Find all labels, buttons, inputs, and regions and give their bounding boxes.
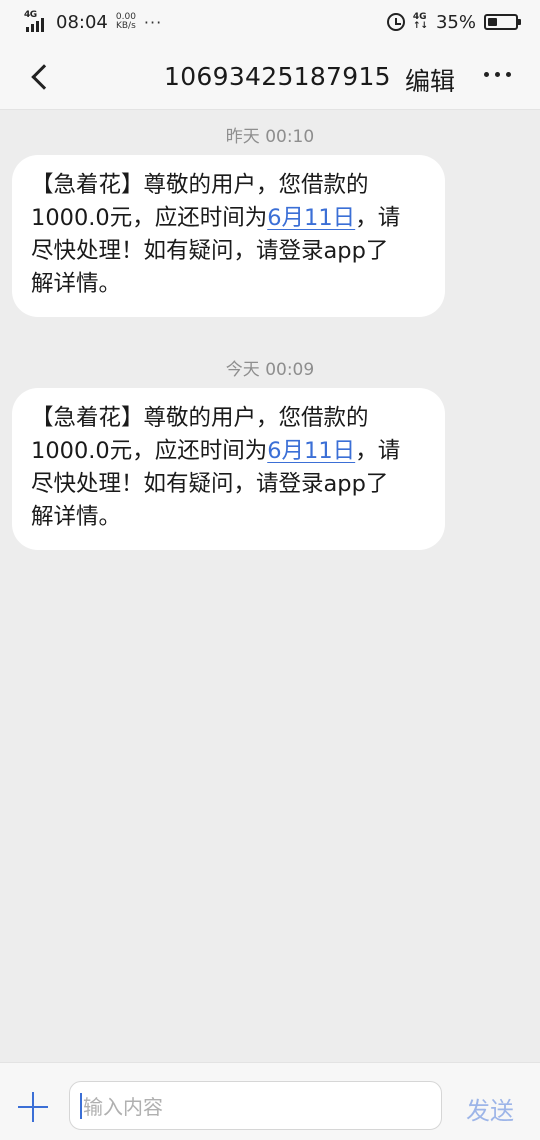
mobile-data-icon: 4G ↑↓ bbox=[412, 12, 428, 31]
battery-icon bbox=[484, 14, 521, 30]
status-right: 4G ↑↓ 35% bbox=[386, 11, 521, 33]
add-attachment-button[interactable] bbox=[18, 1092, 48, 1122]
message-line: 1000.0元，应还时间为6月11日，请 bbox=[31, 438, 401, 464]
message-line: 解详情。 bbox=[31, 271, 122, 297]
alarm-icon bbox=[386, 13, 405, 31]
message-bubble[interactable]: 【急着花】尊敬的用户，您借款的 1000.0元，应还时间为6月11日，请 尽快处… bbox=[12, 388, 445, 550]
network-speed: 0.00 KB/s bbox=[116, 13, 136, 31]
compose-bar: 输入内容 发送 bbox=[0, 1062, 540, 1140]
message-line: 尽快处理！如有疑问，请登录app了 bbox=[31, 471, 389, 497]
message-line: 解详情。 bbox=[31, 504, 122, 530]
back-button[interactable] bbox=[22, 59, 58, 95]
message-line: 1000.0元，应还时间为6月11日，请 bbox=[31, 205, 401, 231]
send-button[interactable]: 发送 bbox=[466, 1091, 514, 1126]
clock: 08:04 bbox=[56, 11, 108, 33]
more-options-button[interactable] bbox=[484, 72, 511, 77]
message-line: 【急着花】尊敬的用户，您借款的 bbox=[31, 172, 369, 198]
battery-fill bbox=[488, 18, 498, 26]
message-line: 【急着花】尊敬的用户，您借款的 bbox=[31, 405, 369, 431]
message-bubble[interactable]: 【急着花】尊敬的用户，您借款的 1000.0元，应还时间为6月11日，请 尽快处… bbox=[12, 155, 445, 317]
input-placeholder: 输入内容 bbox=[83, 1095, 163, 1119]
more-notifications-icon: ··· bbox=[143, 12, 163, 32]
text-caret bbox=[80, 1092, 82, 1119]
status-bar: 4G 08:04 0.00 KB/s ··· 4G ↑↓ 35% bbox=[0, 0, 540, 44]
sender-number: 10693425187915 bbox=[164, 62, 391, 91]
message-line: 尽快处理！如有疑问，请登录app了 bbox=[31, 238, 389, 264]
more-dots-icon bbox=[484, 72, 489, 77]
speed-unit: KB/s bbox=[115, 21, 136, 31]
message-input[interactable]: 输入内容 bbox=[69, 1081, 442, 1130]
status-left: 4G 08:04 0.00 KB/s ··· bbox=[24, 10, 163, 33]
conversation-header: 10693425187915 编辑 bbox=[0, 44, 540, 110]
message-timestamp: 昨天 00:10 bbox=[225, 127, 315, 147]
message-timestamp: 今天 00:09 bbox=[225, 360, 315, 380]
battery-percent: 35% bbox=[435, 11, 476, 33]
date-link[interactable]: 6月11日 bbox=[267, 205, 355, 231]
signal-icon: 4G bbox=[24, 10, 48, 32]
chevron-left-icon bbox=[31, 64, 57, 90]
edit-button[interactable]: 编辑 bbox=[405, 62, 455, 98]
date-link[interactable]: 6月11日 bbox=[267, 438, 355, 464]
